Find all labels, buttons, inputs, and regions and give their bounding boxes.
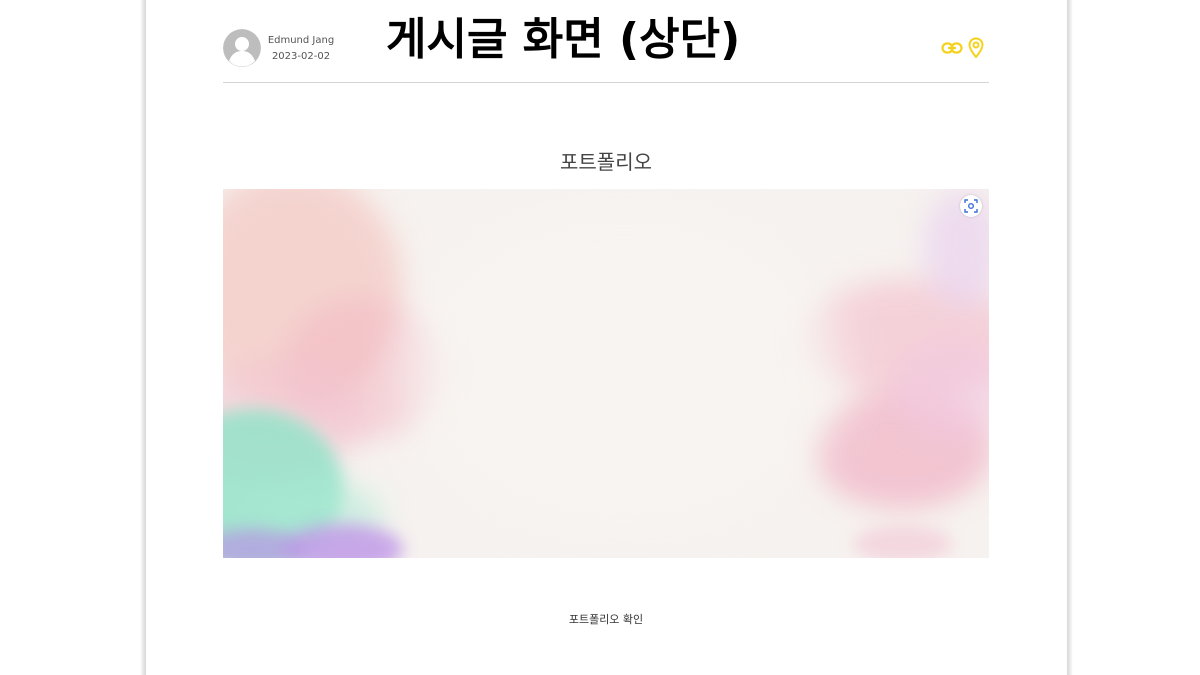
post-image[interactable] [223, 189, 989, 558]
watercolor-banner [223, 189, 989, 558]
fullscreen-icon [964, 199, 978, 213]
location-pin-icon[interactable] [965, 36, 987, 60]
post-date: 2023-02-02 [271, 51, 331, 62]
author-name[interactable]: Edmund Jang [264, 33, 338, 49]
header-divider [223, 82, 989, 83]
default-user-icon [223, 29, 261, 67]
link-icon[interactable] [941, 36, 963, 60]
expand-image-button[interactable] [960, 195, 982, 217]
post-title: 포트폴리오 [560, 150, 652, 174]
post-page: Edmund Jang 2023-02-02 게시글 화면 (상단) 포트폴리오 [146, 0, 1067, 675]
avatar[interactable] [223, 29, 261, 67]
header-actions [941, 36, 987, 60]
screen: Edmund Jang 2023-02-02 게시글 화면 (상단) 포트폴리오 [0, 0, 1200, 675]
page-shadow-right [1067, 0, 1073, 675]
portfolio-link[interactable]: 포트폴리오 확인 [223, 611, 989, 629]
overlay-caption: 게시글 화면 (상단) [386, 14, 741, 65]
author-info: Edmund Jang 2023-02-02 [264, 33, 338, 65]
